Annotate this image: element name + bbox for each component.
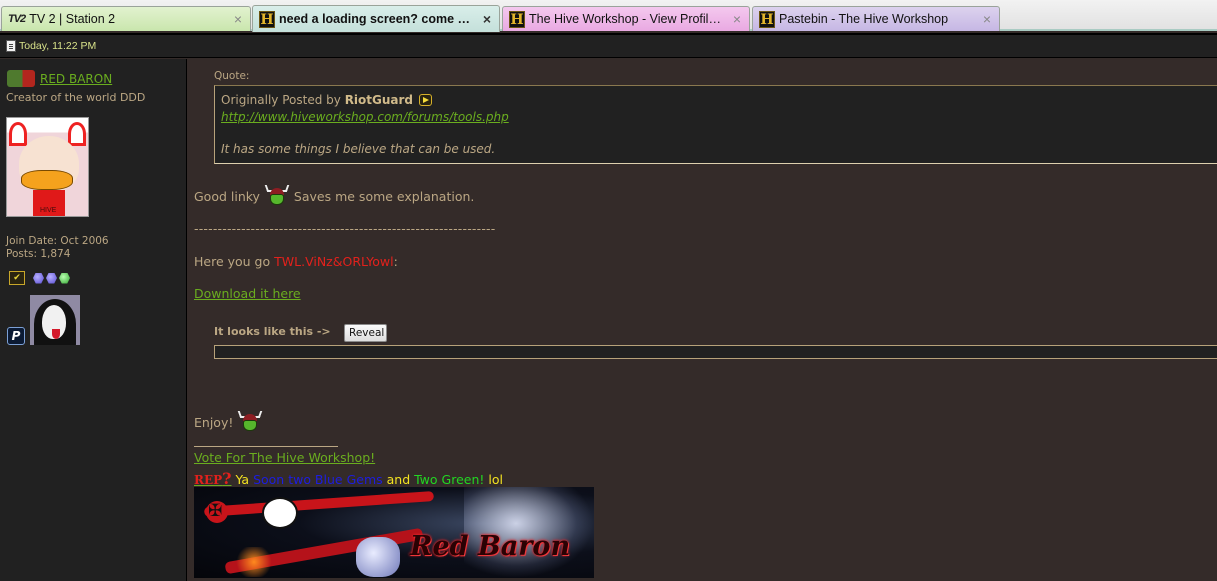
rep-text-part: Two Green! (414, 472, 485, 487)
quote-label: Quote: (214, 70, 250, 82)
tab-tv2[interactable]: TV2 TV 2 | Station 2 × (1, 6, 251, 31)
spoiler-box (214, 345, 1217, 359)
approved-resource-icon: ✔ (9, 271, 25, 285)
signature-divider (194, 446, 338, 447)
premium-member-icon: P (7, 327, 25, 345)
quote-origin: Originally Posted by RiotGuard (221, 93, 432, 107)
rep-text-part: and (382, 472, 415, 487)
avatar-hive-text: HIVE (40, 207, 57, 214)
tab-title: need a loading screen? come her... (279, 12, 477, 26)
hive-favicon-icon: H (759, 10, 775, 28)
iron-cross-icon: ✠ (208, 501, 223, 521)
view-post-icon[interactable] (418, 94, 432, 106)
quote-author: RiotGuard (344, 93, 414, 107)
avatar-ear-right (68, 122, 86, 146)
post-author-sidebar: RED BARON Creator of the world DDD HIVE … (0, 59, 187, 581)
tab-pastebin[interactable]: H Pastebin - The Hive Workshop × (752, 6, 1000, 31)
body-text: Saves me some explanation. (293, 189, 475, 204)
rep-text-part: lol (484, 472, 503, 487)
post-header-bar: Today, 11:22 PM (0, 33, 1217, 58)
signature-banner-image: ✠ Red Baron (194, 487, 594, 578)
orc-smiley-icon (238, 411, 263, 433)
body-text: Enjoy! (194, 415, 234, 430)
tab-title: The Hive Workshop - View Profile: ... (529, 12, 727, 26)
smiley-face (269, 194, 284, 205)
author-join-date: Join Date: Oct 2006 (6, 235, 109, 247)
close-tab-icon[interactable]: × (733, 11, 741, 27)
hive-favicon-icon: H (509, 10, 525, 28)
hive-favicon-icon: H (259, 10, 275, 28)
author-post-count: Posts: 1,874 (6, 248, 71, 260)
body-line-enjoy: Enjoy! (194, 411, 263, 433)
signature-rep-line: REP? Ya Soon two Blue Gems and Two Green… (194, 469, 503, 488)
tab-title: TV 2 | Station 2 (29, 12, 116, 26)
post-document-icon (6, 40, 16, 52)
rep-question-mark: ? (222, 469, 232, 488)
avatar-beak (21, 170, 73, 190)
tab-title: Pastebin - The Hive Workshop (779, 12, 949, 26)
browser-tab-bar: TV2 TV 2 | Station 2 × H need a loading … (0, 0, 1217, 32)
plane-wing-upper (203, 490, 435, 518)
author-badges: ✔ (9, 271, 72, 285)
tab-view-profile[interactable]: H The Hive Workshop - View Profile: ... … (502, 6, 750, 31)
body-text: Here you go (194, 254, 271, 269)
separator-line: ----------------------------------------… (194, 221, 496, 236)
author-line: RED BARON (7, 70, 112, 87)
quote-prefix: Originally Posted by (221, 93, 341, 107)
snoopy-graphic (262, 497, 298, 529)
reveal-button[interactable]: Reveal (344, 324, 387, 342)
rep-text: REP (194, 473, 223, 487)
green-gem-icon (59, 272, 70, 284)
avatar-ear-left (9, 122, 27, 146)
author-username-link[interactable]: RED BARON (40, 72, 112, 86)
scream-tongue (52, 329, 60, 339)
fire-graphic (234, 547, 274, 577)
recipient-name: TWL.ViNz&ORLYowl (274, 254, 394, 269)
author-avatar[interactable]: HIVE (6, 117, 89, 217)
close-tab-icon[interactable]: × (983, 11, 991, 27)
blue-gem-icon (33, 272, 44, 284)
author-title: Creator of the world DDD (6, 91, 146, 104)
smiley-face (243, 420, 258, 431)
close-tab-icon[interactable]: × (483, 11, 491, 27)
banner-title: Red Baron (410, 531, 571, 562)
close-tab-icon[interactable]: × (234, 11, 242, 27)
author-award-image (30, 295, 80, 345)
body-line-good-linky: Good linky Saves me some explanation. (194, 185, 474, 207)
quote-text: It has some things I believe that can be… (221, 142, 496, 156)
tab-loading-screen-thread[interactable]: H need a loading screen? come her... × (252, 5, 500, 32)
quote-box: Originally Posted by RiotGuard http://ww… (214, 85, 1217, 164)
download-link[interactable]: Download it here (194, 286, 301, 301)
vote-hive-link[interactable]: Vote For The Hive Workshop! (194, 450, 375, 465)
online-status-icon (7, 70, 35, 87)
body-text: Good linky (194, 189, 260, 204)
blue-gem-icon (46, 272, 57, 284)
body-text: : (393, 254, 398, 269)
orc-smiley-icon (264, 185, 290, 207)
rep-text-part: Ya (231, 472, 254, 487)
post-date: Today, 11:22 PM (19, 40, 97, 52)
plane-engine-graphic (356, 537, 400, 577)
rep-text-part: Soon two Blue Gems (253, 472, 383, 487)
body-line-here-you-go: Here you go TWL.ViNz&ORLYowl: (194, 254, 398, 269)
tv2-favicon-icon: TV2 (8, 13, 26, 25)
quote-url-link[interactable]: http://www.hiveworkshop.com/forums/tools… (221, 110, 509, 124)
post-content: Quote: Originally Posted by RiotGuard ht… (188, 59, 1217, 581)
spoiler-label: It looks like this -> (214, 325, 331, 338)
rep-link[interactable]: REP? (194, 469, 232, 488)
